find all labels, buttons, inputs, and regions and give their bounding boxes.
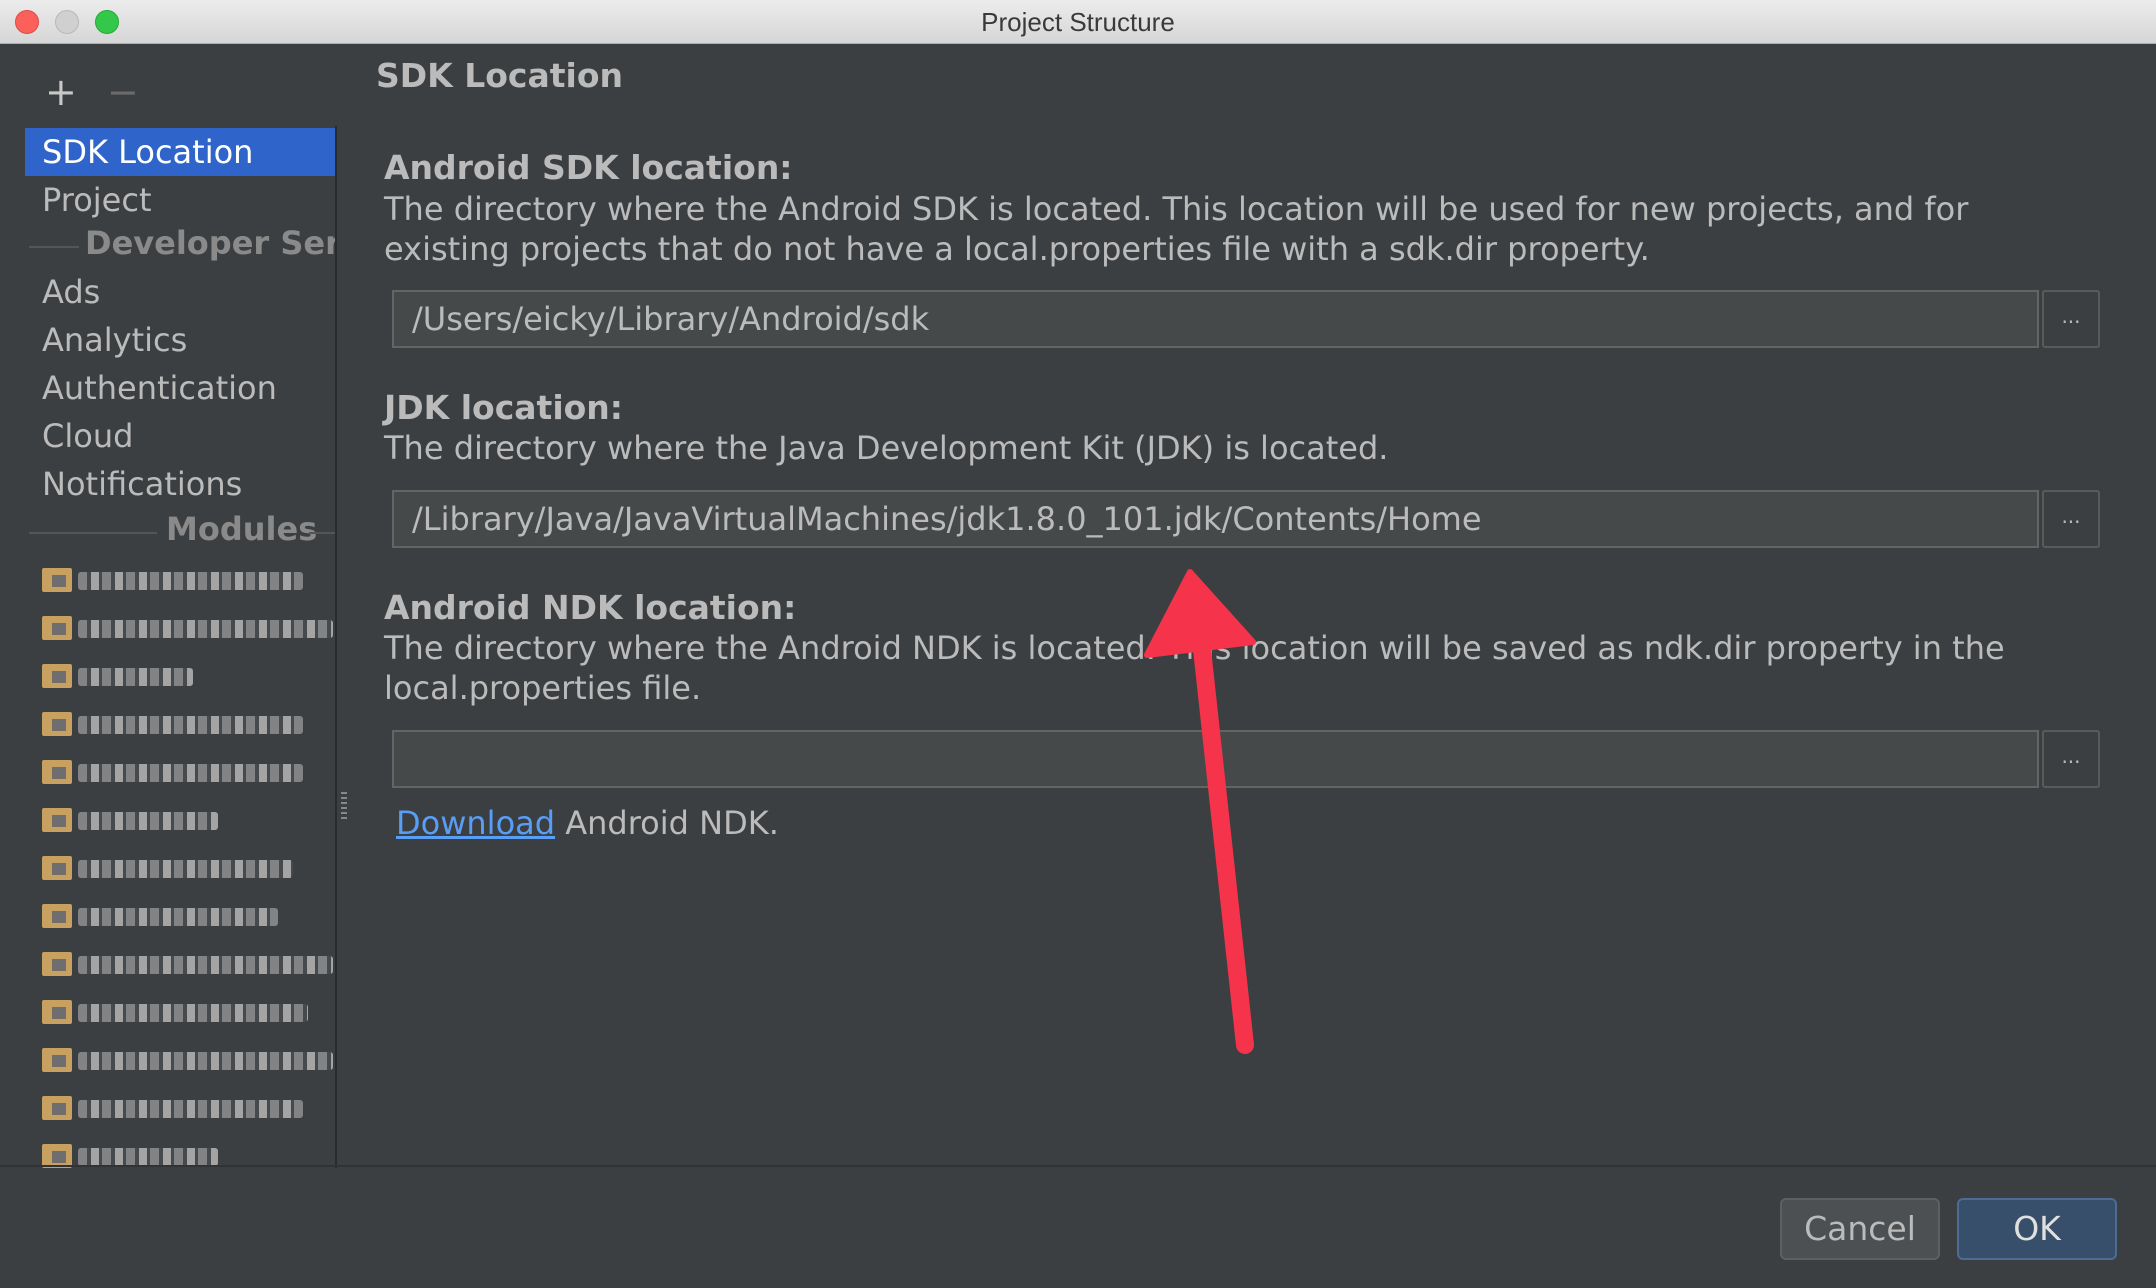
sidebar: SDK Location Project Developer Servi Ads… [25, 126, 337, 1168]
module-item[interactable] [42, 610, 335, 648]
module-item[interactable] [42, 802, 335, 840]
module-folder-icon [42, 568, 72, 592]
jdk-description: The directory where the Java Development… [384, 429, 1389, 467]
module-item[interactable] [42, 1042, 335, 1080]
cancel-button[interactable]: Cancel [1780, 1198, 1940, 1260]
sidebar-item-notifications[interactable]: Notifications [25, 460, 335, 508]
page-title: SDK Location [376, 56, 624, 95]
android-sdk-browse-button[interactable]: ... [2042, 290, 2100, 348]
module-folder-icon [42, 1096, 72, 1120]
ok-button[interactable]: OK [1957, 1198, 2117, 1260]
module-item[interactable] [42, 994, 335, 1032]
jdk-heading: JDK location: [384, 388, 623, 427]
module-item[interactable] [42, 562, 335, 600]
window-titlebar: Project Structure [0, 0, 2156, 44]
android-ndk-heading: Android NDK location: [384, 588, 797, 627]
sidebar-item-ads[interactable]: Ads [25, 268, 335, 316]
module-folder-icon [42, 952, 72, 976]
section-modules-label: Modules [166, 510, 318, 548]
android-sdk-heading: Android SDK location: [384, 148, 793, 187]
module-folder-icon [42, 616, 72, 640]
module-folder-icon [42, 1000, 72, 1024]
module-folder-icon [42, 712, 72, 736]
download-ndk-suffix: Android NDK. [555, 804, 779, 842]
module-item[interactable] [42, 658, 335, 696]
module-folder-icon [42, 856, 72, 880]
module-item[interactable] [42, 1138, 335, 1168]
module-item[interactable] [42, 1090, 335, 1128]
remove-module-button[interactable]: − [107, 72, 139, 112]
sidebar-splitter-handle[interactable] [341, 792, 347, 820]
module-folder-icon [42, 760, 72, 784]
footer-divider [0, 1165, 2156, 1167]
sidebar-item-sdk-location[interactable]: SDK Location [25, 128, 335, 176]
module-folder-icon [42, 1048, 72, 1072]
section-developer-services: Developer Servi [25, 224, 335, 268]
download-ndk-link[interactable]: Download [396, 804, 555, 842]
module-folder-icon [42, 808, 72, 832]
add-module-button[interactable]: + [45, 72, 77, 112]
android-ndk-location-field[interactable] [392, 730, 2039, 788]
section-developer-label: Developer Servi [85, 224, 335, 262]
sidebar-item-project[interactable]: Project [25, 176, 335, 224]
module-folder-icon [42, 904, 72, 928]
module-folder-icon [42, 664, 72, 688]
sidebar-item-cloud[interactable]: Cloud [25, 412, 335, 460]
module-item[interactable] [42, 706, 335, 744]
section-modules: Modules [25, 510, 335, 554]
module-item[interactable] [42, 898, 335, 936]
sidebar-item-authentication[interactable]: Authentication [25, 364, 335, 412]
download-ndk-line: Download Android NDK. [396, 804, 779, 842]
module-item[interactable] [42, 850, 335, 888]
module-item[interactable] [42, 754, 335, 792]
android-sdk-description: The directory where the Android SDK is l… [384, 190, 1969, 268]
android-sdk-location-field[interactable]: /Users/eicky/Library/Android/sdk [392, 290, 2039, 348]
jdk-location-field[interactable]: /Library/Java/JavaVirtualMachines/jdk1.8… [392, 490, 2039, 548]
window-title: Project Structure [981, 7, 1175, 37]
sidebar-item-analytics[interactable]: Analytics [25, 316, 335, 364]
module-item[interactable] [42, 946, 335, 984]
android-ndk-description: The directory where the Android NDK is l… [384, 629, 2005, 707]
jdk-browse-button[interactable]: ... [2042, 490, 2100, 548]
android-ndk-browse-button[interactable]: ... [2042, 730, 2100, 788]
